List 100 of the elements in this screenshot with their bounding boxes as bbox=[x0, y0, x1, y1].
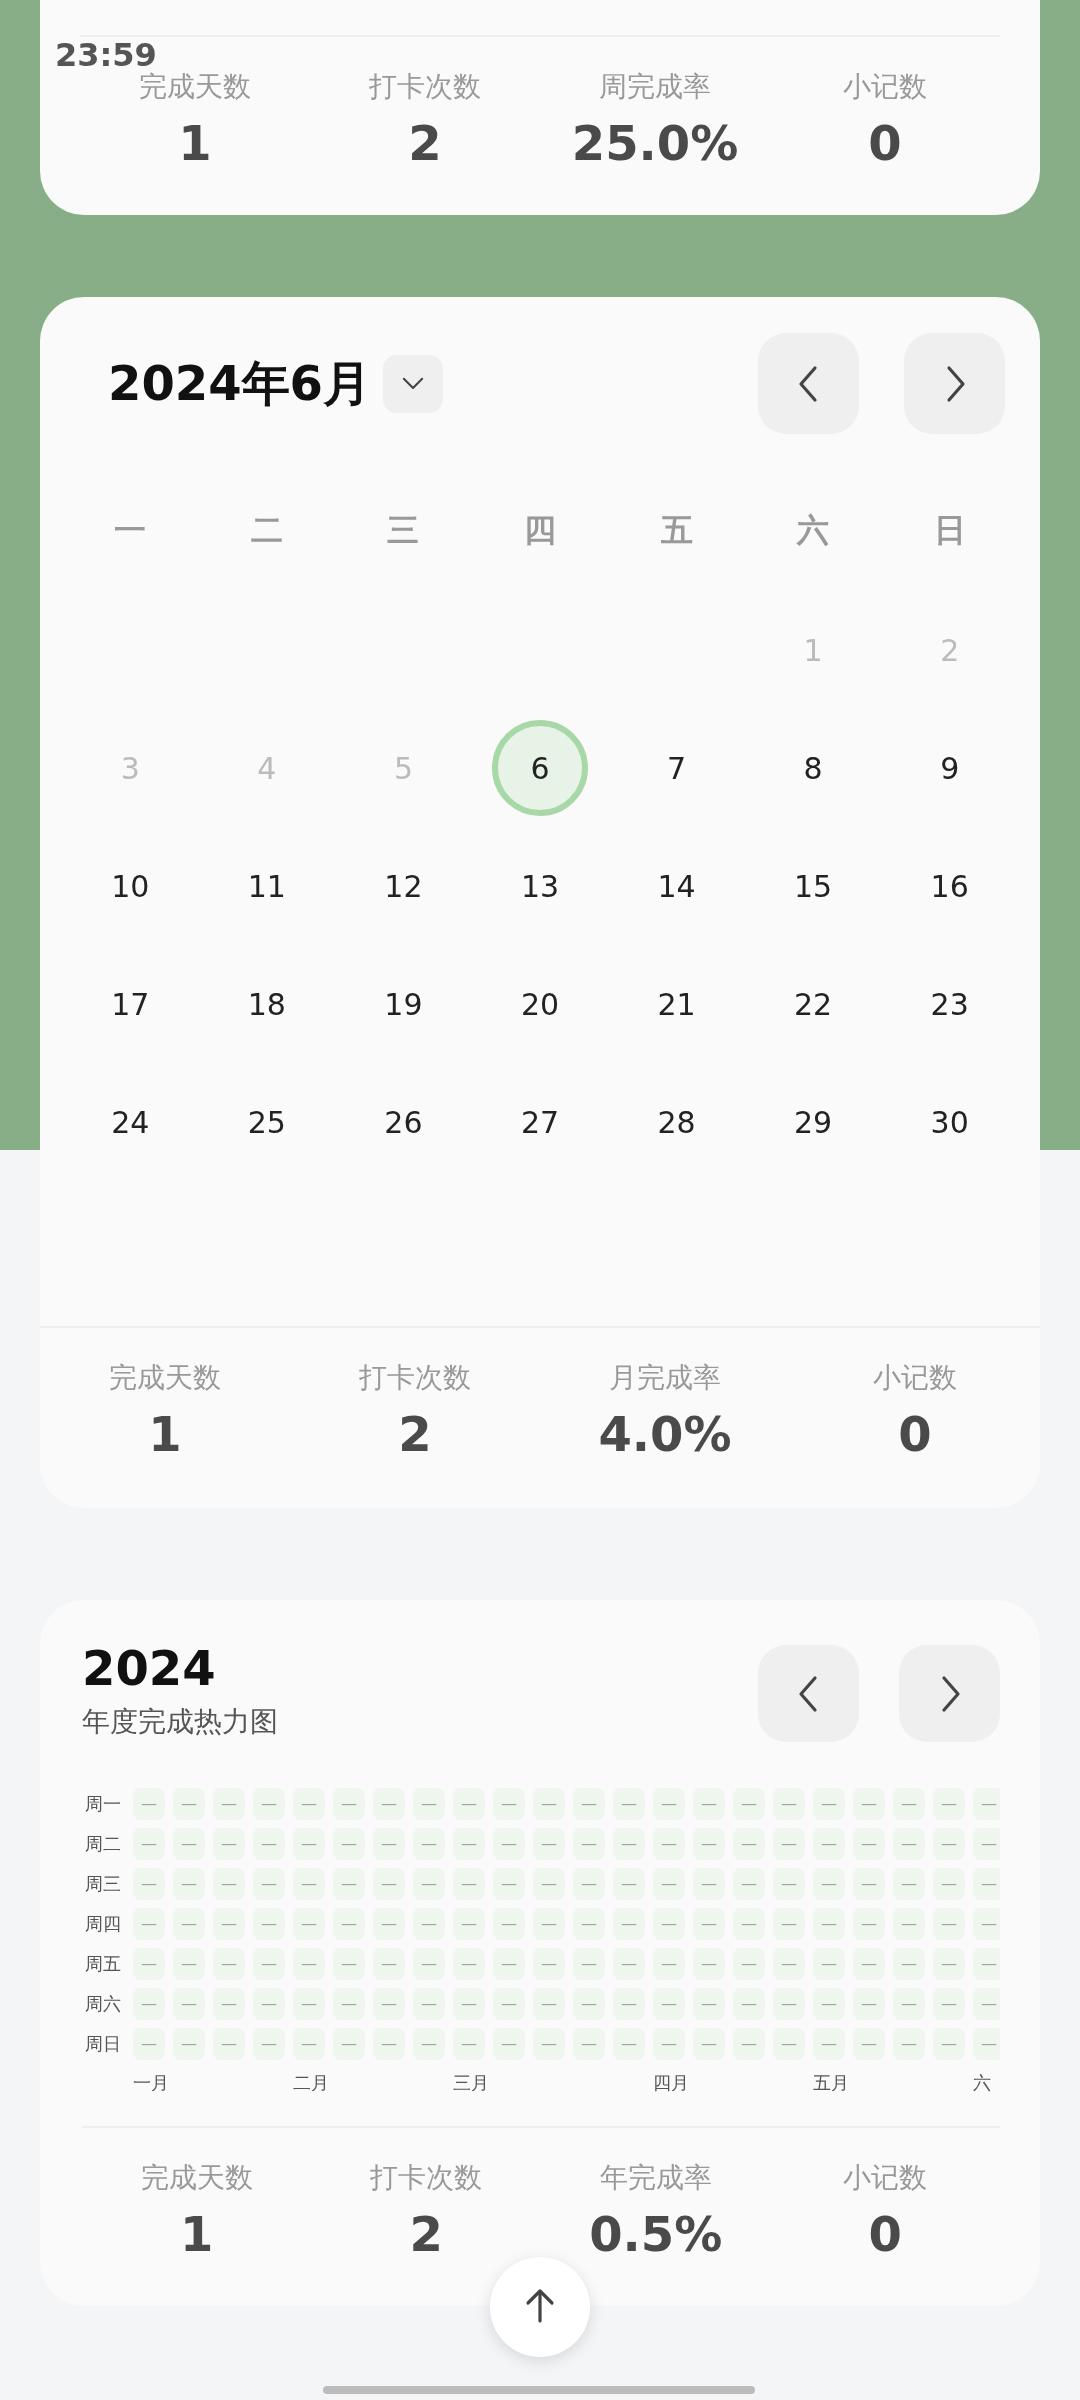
heatmap-cell: — bbox=[493, 1908, 525, 1940]
heatmap-cell: — bbox=[693, 2028, 725, 2060]
stat-value: 0.5% bbox=[589, 2205, 723, 2264]
heatmap-cell: — bbox=[853, 1788, 885, 1820]
heatmap-cell: — bbox=[213, 1828, 245, 1860]
weekday-label: 日 bbox=[932, 510, 967, 550]
calendar-day[interactable]: 26 bbox=[355, 1074, 452, 1170]
heatmap-cell: — bbox=[733, 1828, 765, 1860]
stat-value: 2 bbox=[409, 2205, 443, 2264]
heatmap-cell: — bbox=[893, 1788, 925, 1820]
heatmap-cell: — bbox=[933, 1948, 965, 1980]
heatmap-cell: — bbox=[973, 1868, 1000, 1900]
heatmap-cell: — bbox=[773, 1868, 805, 1900]
heatmap-cell: — bbox=[813, 1828, 845, 1860]
heatmap-cell: — bbox=[733, 2028, 765, 2060]
heatmap-cell: — bbox=[333, 1868, 365, 1900]
heatmap-cell: — bbox=[533, 1908, 565, 1940]
calendar-day[interactable]: 9 bbox=[901, 720, 998, 816]
heatmap-cell: — bbox=[293, 1788, 325, 1820]
calendar-day[interactable]: 30 bbox=[901, 1074, 998, 1170]
month-label: 四月 bbox=[653, 2071, 689, 2095]
home-indicator[interactable] bbox=[323, 2386, 755, 2394]
next-year-button[interactable] bbox=[899, 1645, 1000, 1742]
heatmap-subtitle: 年度完成热力图 bbox=[82, 1704, 278, 1740]
stat-value: 0 bbox=[898, 1405, 932, 1464]
heatmap-cell: — bbox=[253, 1988, 285, 2020]
stat-label: 打卡次数 bbox=[369, 69, 481, 105]
next-month-button[interactable] bbox=[904, 333, 1005, 434]
heatmap-cell: — bbox=[213, 1868, 245, 1900]
heatmap-cell: — bbox=[813, 1948, 845, 1980]
heatmap-cell: — bbox=[493, 2028, 525, 2060]
calendar-day[interactable]: 16 bbox=[901, 838, 998, 934]
heatmap-cell: — bbox=[733, 1868, 765, 1900]
heatmap-cell: — bbox=[213, 1908, 245, 1940]
calendar-day[interactable]: 7 bbox=[628, 720, 725, 816]
heatmap-cell: — bbox=[373, 1988, 405, 2020]
stat-value: 2 bbox=[398, 1405, 432, 1464]
heatmap-cell: — bbox=[773, 1788, 805, 1820]
heatmap-cell: — bbox=[533, 1988, 565, 2020]
heatmap-cell: — bbox=[693, 1788, 725, 1820]
calendar-day[interactable]: 8 bbox=[765, 720, 862, 816]
heatmap-cell: — bbox=[493, 1948, 525, 1980]
heatmap-cell: — bbox=[813, 1988, 845, 2020]
calendar-day[interactable]: 28 bbox=[628, 1074, 725, 1170]
heatmap-cell: — bbox=[333, 1988, 365, 2020]
calendar-day[interactable]: 20 bbox=[492, 956, 588, 1052]
calendar-day[interactable]: 12 bbox=[355, 838, 452, 934]
heatmap-cell: — bbox=[773, 1988, 805, 2020]
calendar-day[interactable]: 27 bbox=[492, 1074, 588, 1170]
stat-value: 1 bbox=[180, 2205, 214, 2264]
calendar-day[interactable]: 24 bbox=[82, 1074, 179, 1170]
calendar-day[interactable]: 23 bbox=[901, 956, 998, 1052]
heatmap-cell: — bbox=[333, 1828, 365, 1860]
calendar-day[interactable]: 22 bbox=[765, 956, 862, 1052]
calendar-day[interactable]: 19 bbox=[355, 956, 452, 1052]
month-dropdown-button[interactable] bbox=[383, 354, 443, 413]
heatmap-cell: — bbox=[653, 2028, 685, 2060]
stat-label: 完成天数 bbox=[139, 69, 251, 105]
previous-month-button[interactable] bbox=[758, 333, 859, 434]
calendar-day[interactable]: 10 bbox=[82, 838, 179, 934]
stat-label: 月完成率 bbox=[609, 1360, 721, 1396]
weekday-label: 五 bbox=[659, 510, 694, 550]
heatmap-cell: — bbox=[293, 1988, 325, 2020]
heatmap-cell: — bbox=[853, 1948, 885, 1980]
heatmap-cell: — bbox=[853, 2028, 885, 2060]
heatmap-cell: — bbox=[693, 1988, 725, 2020]
calendar-day[interactable]: 14 bbox=[628, 838, 725, 934]
previous-year-button[interactable] bbox=[758, 1645, 859, 1742]
heatmap-cell: — bbox=[613, 1948, 645, 1980]
heatmap-cell: — bbox=[973, 1828, 1000, 1860]
heatmap-cell: — bbox=[893, 1988, 925, 2020]
calendar-day[interactable]: 15 bbox=[765, 838, 862, 934]
heatmap-cell: — bbox=[213, 1788, 245, 1820]
heatmap-cell: — bbox=[173, 1868, 205, 1900]
heatmap-cell: — bbox=[973, 1948, 1000, 1980]
stat-value: 2 bbox=[408, 114, 442, 173]
calendar-day[interactable]: 18 bbox=[218, 956, 315, 1052]
calendar-day[interactable]: 25 bbox=[218, 1074, 315, 1170]
calendar-day[interactable]: 11 bbox=[218, 838, 315, 934]
heatmap-cell: — bbox=[133, 1828, 165, 1860]
stat-value: 4.0% bbox=[598, 1405, 732, 1464]
heatmap-cell: — bbox=[533, 1868, 565, 1900]
heatmap-cell: — bbox=[453, 2028, 485, 2060]
heatmap-cell: — bbox=[573, 1988, 605, 2020]
heatmap-cell: — bbox=[653, 1828, 685, 1860]
calendar-day[interactable]: 6 bbox=[492, 720, 588, 816]
calendar-day[interactable]: 29 bbox=[765, 1074, 862, 1170]
heatmap-cell: — bbox=[453, 1788, 485, 1820]
month-label: 五月 bbox=[813, 2071, 849, 2095]
weekday-label: 周四 bbox=[85, 1912, 122, 1936]
heatmap-cell: — bbox=[213, 1948, 245, 1980]
heatmap-cell: — bbox=[173, 1908, 205, 1940]
calendar-day[interactable]: 21 bbox=[628, 956, 725, 1052]
heatmap-cell: — bbox=[493, 1788, 525, 1820]
heatmap-cell: — bbox=[653, 1908, 685, 1940]
stat-label: 完成天数 bbox=[140, 2160, 253, 2196]
heatmap-cell: — bbox=[173, 1788, 205, 1820]
heatmap-cell: — bbox=[533, 1948, 565, 1980]
calendar-day[interactable]: 17 bbox=[82, 956, 179, 1052]
calendar-day[interactable]: 13 bbox=[492, 838, 588, 934]
